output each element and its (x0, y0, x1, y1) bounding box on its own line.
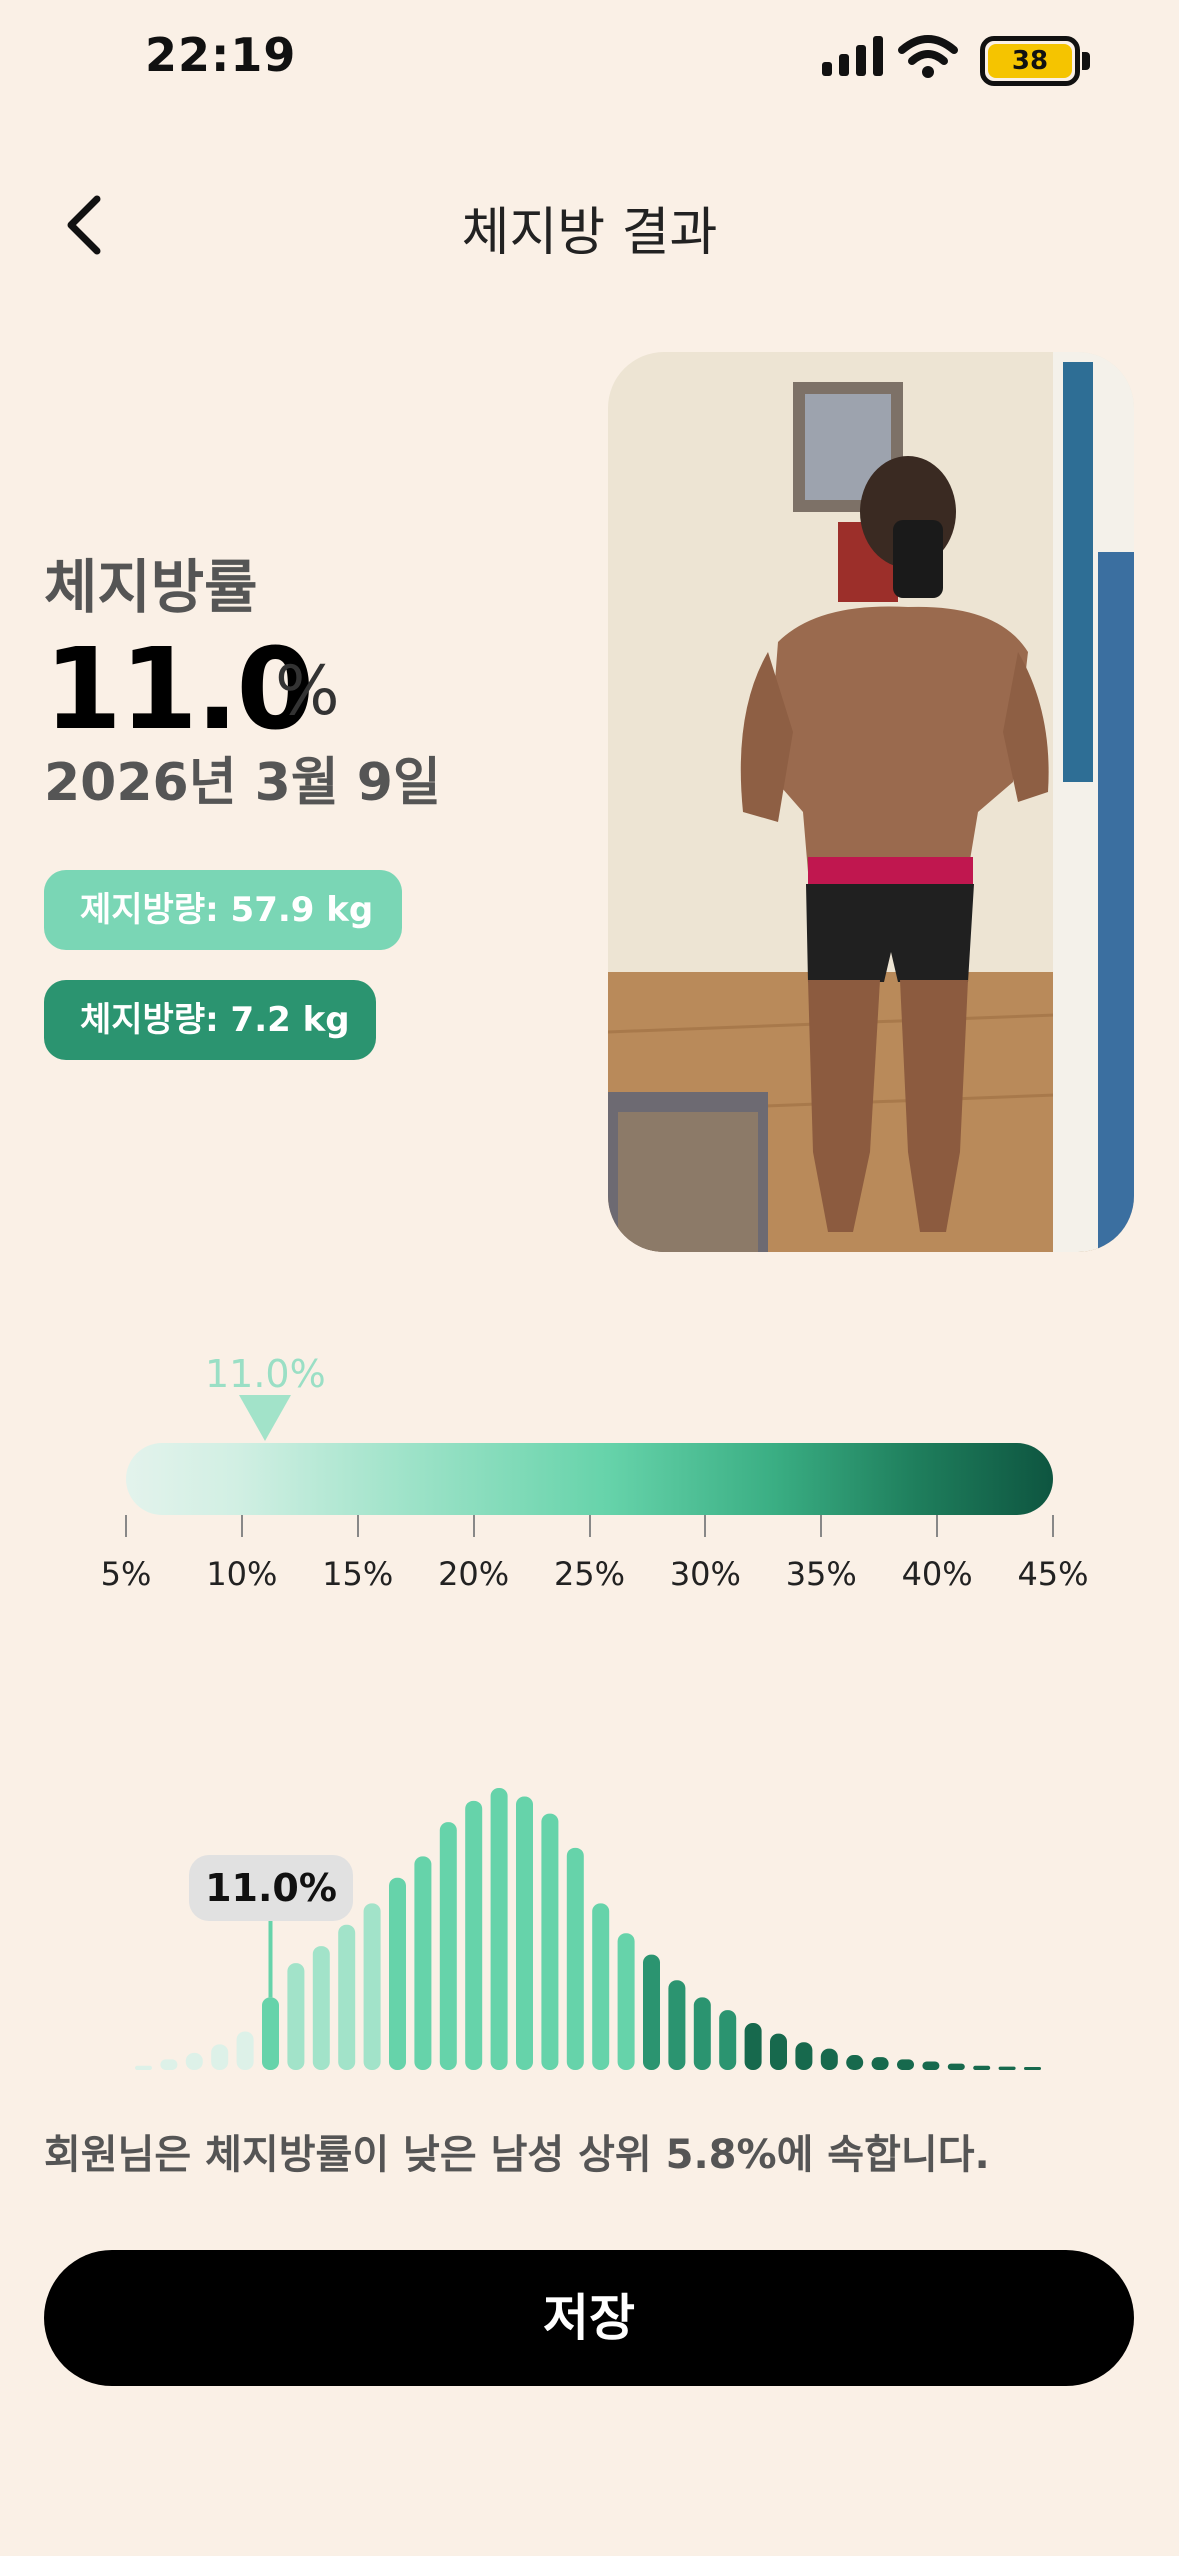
scale-tick (588, 1515, 591, 1537)
measurement-date: 2026년 3월 9일 (44, 753, 441, 813)
battery-level: 38 (1011, 46, 1049, 76)
scale-tick-label: 25% (553, 1555, 626, 1593)
percentile-summary: 회원님은 체지방률이 낮은 남성 상위 5.8%에 속합니다. (44, 2132, 990, 2178)
histogram-bar (820, 2048, 838, 2070)
histogram-bar (668, 1980, 686, 2070)
histogram-bar (947, 2063, 965, 2070)
histogram-bar (465, 1800, 483, 2070)
fat-mass-badge: 체지방량: 7.2 kg (44, 980, 376, 1060)
scale-tick-label: 35% (785, 1555, 857, 1593)
histogram-bar (617, 1933, 635, 2070)
histogram-bar (693, 1997, 711, 2070)
status-time: 22:19 (145, 28, 297, 82)
histogram-bar (160, 2059, 178, 2070)
histogram-bar (312, 1946, 330, 2070)
histogram-bar (135, 2065, 152, 2070)
histogram-callout: 11.0% (189, 1855, 353, 1921)
histogram-bar (1024, 2067, 1041, 2070)
histogram-bar (211, 2044, 229, 2070)
histogram-bar (897, 2059, 914, 2070)
histogram-bar (643, 1954, 660, 2070)
histogram-bar (846, 2055, 864, 2070)
histogram-bar (871, 2057, 889, 2070)
histogram-bar (389, 1877, 406, 2070)
histogram-bar (566, 1847, 584, 2070)
histogram-bar (744, 2023, 762, 2070)
scale-tick (356, 1515, 359, 1537)
histogram-bar (236, 2031, 254, 2070)
scale-marker-triangle-icon (239, 1395, 291, 1441)
body-fat-scale-bar (126, 1443, 1053, 1515)
battery-icon: 38 (980, 36, 1090, 86)
scale-tick-label: 10% (206, 1555, 278, 1593)
scale-tick-label: 5% (100, 1555, 152, 1593)
scale-tick-label: 30% (669, 1555, 741, 1593)
histogram-bar (439, 1822, 457, 2070)
scale-tick (125, 1515, 127, 1537)
histogram-bar (973, 2065, 991, 2070)
scale-tick (1052, 1515, 1054, 1537)
body-fat-label: 체지방률 (44, 553, 258, 621)
scale-tick (704, 1515, 707, 1537)
histogram-bar (541, 1813, 559, 2070)
histogram-bar (185, 2052, 203, 2070)
body-fat-unit: % (275, 652, 340, 731)
histogram-bar (516, 1796, 533, 2070)
lean-mass-badge: 제지방량: 57.9 kg (44, 870, 402, 950)
scale-tick-label: 40% (901, 1555, 973, 1593)
scale-tick-label: 45% (1017, 1555, 1089, 1593)
body-photo[interactable] (608, 352, 1134, 1252)
scale-tick (472, 1515, 475, 1537)
population-histogram (135, 1788, 1041, 2070)
histogram-bar (770, 2033, 787, 2070)
histogram-bar (490, 1788, 508, 2070)
histogram-bar (795, 2042, 813, 2070)
scale-tick-label: 20% (438, 1555, 510, 1593)
histogram-bar (287, 1963, 305, 2070)
histogram-bar (363, 1903, 381, 2070)
histogram-bar (338, 1924, 356, 2070)
scale-tick (820, 1515, 823, 1537)
histogram-bar (922, 2061, 940, 2070)
histogram-bar (719, 2010, 737, 2070)
histogram-bar (592, 1903, 610, 2070)
histogram-bar (998, 2066, 1016, 2070)
save-button[interactable]: 저장 (44, 2250, 1134, 2386)
wifi-icon (898, 35, 958, 78)
scale-tick (936, 1515, 939, 1537)
histogram-bar (414, 1856, 432, 2070)
histogram-bar (262, 1997, 279, 2070)
page-title: 체지방 결과 (461, 203, 718, 263)
scale-axis: 5% 10% 15% 20% 25% 30% 35% 40% 45% (0, 1515, 1179, 1605)
body-fat-value: 11.0 (44, 625, 314, 755)
scale-tick-label: 15% (322, 1555, 394, 1593)
scale-marker-label: 11.0% (205, 1352, 326, 1396)
cellular-signal-icon (822, 36, 883, 76)
scale-tick (240, 1515, 243, 1537)
